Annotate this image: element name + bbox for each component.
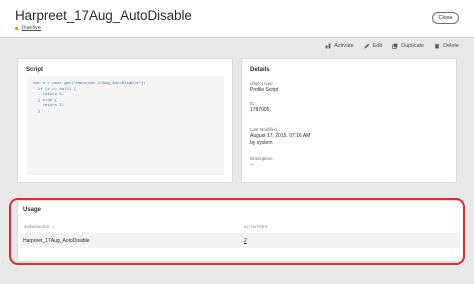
object-type-label: Object type [250, 81, 273, 86]
script-card-title: Script [26, 67, 44, 73]
script-card: Script var x = user.get("Harpreet_17Aug_… [17, 58, 233, 183]
last-modified-value: August 17, 2015, 07:16 AM [250, 133, 311, 139]
usage-highlight-outline [9, 198, 465, 265]
id-label: ID [250, 101, 255, 106]
status-indicator: Inactive [15, 25, 41, 31]
delete-button[interactable]: Delete [434, 43, 459, 49]
description-value: -- [250, 162, 254, 168]
description-label: Description [250, 156, 273, 161]
edit-button[interactable]: Edit [364, 43, 382, 49]
details-card: Details Object type Profile Script ID 17… [241, 58, 457, 183]
pencil-icon [364, 43, 370, 49]
activate-button[interactable]: Activate [325, 43, 354, 49]
trash-icon [434, 43, 440, 49]
duplicate-label: Duplicate [401, 43, 425, 49]
modified-by-value: by system [250, 140, 273, 146]
page-title: Harpreet_17Aug_AutoDisable [15, 8, 192, 23]
duplicate-button[interactable]: Duplicate [392, 43, 424, 49]
delete-label: Delete [443, 43, 459, 49]
script-code-block: var x = user.get("Harpreet_17Aug_AutoDis… [27, 76, 224, 175]
object-type-value: Profile Script [250, 87, 279, 93]
duplicate-icon [392, 43, 398, 49]
status-text[interactable]: Inactive [22, 25, 41, 31]
id-value: 1787005 [250, 107, 270, 113]
close-button[interactable]: Close [432, 12, 459, 24]
details-card-title: Details [250, 67, 270, 73]
activate-icon [325, 43, 331, 49]
header-bar: Harpreet_17Aug_AutoDisable Inactive Clos… [0, 0, 474, 38]
last-modified-label: Last Modified [250, 127, 277, 132]
edit-label: Edit [372, 43, 383, 49]
action-toolbar: Activate Edit Duplicate Delete [325, 43, 459, 49]
status-dot-icon [15, 26, 18, 30]
activate-label: Activate [334, 43, 354, 49]
